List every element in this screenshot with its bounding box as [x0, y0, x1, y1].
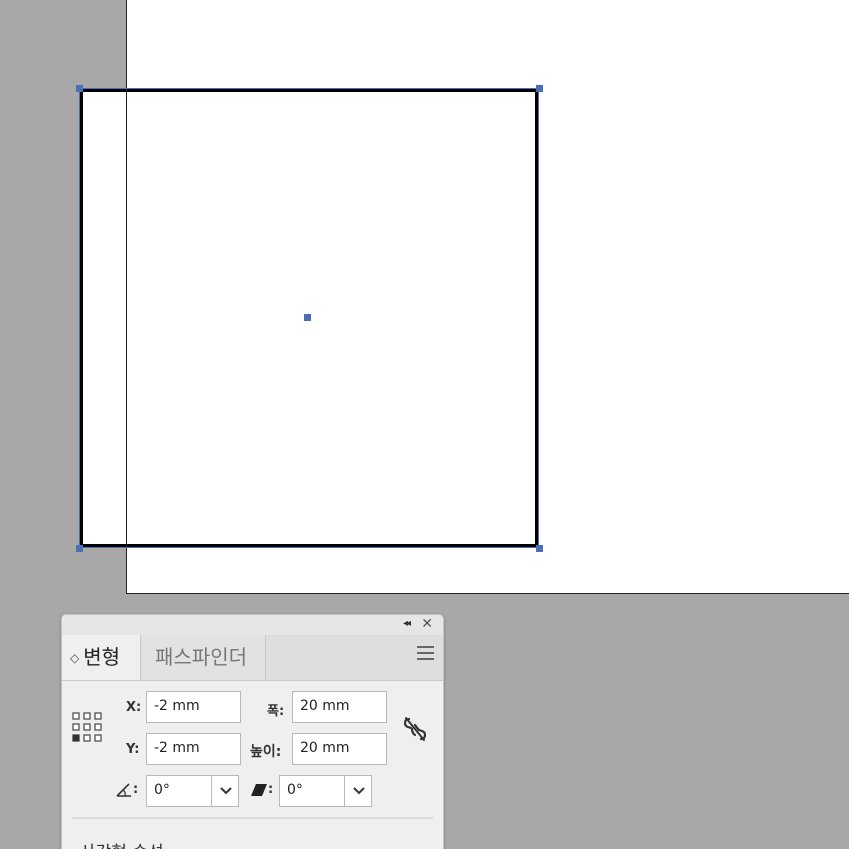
reference-point-icon[interactable] [71, 711, 103, 743]
close-icon[interactable]: ✕ [421, 616, 433, 632]
tab-transform-label: 변형 [83, 645, 121, 669]
tab-pathfinder[interactable]: 패스파인더 [142, 635, 266, 680]
unlink-icon[interactable] [402, 716, 428, 742]
center-point-handle[interactable] [304, 314, 311, 321]
canvas-area[interactable]: ◂◂ ✕ ◇ 변형 패스파인더 X: -2 mm 폭: 20 mm Y: -2 … [0, 0, 849, 849]
shear-input[interactable]: 0° [279, 775, 345, 807]
shear-label: : [268, 782, 274, 797]
y-label: Y: [126, 742, 140, 757]
panel-divider [72, 817, 433, 819]
height-input[interactable]: 20 mm [292, 733, 387, 765]
transform-panel: ◂◂ ✕ ◇ 변형 패스파인더 X: -2 mm 폭: 20 mm Y: -2 … [61, 614, 444, 849]
chevron-down-icon [353, 787, 365, 795]
hamburger-menu-icon[interactable] [417, 646, 434, 660]
handle-bottom-left[interactable] [76, 545, 83, 552]
rotate-angle-icon [116, 783, 131, 797]
rotate-dropdown[interactable] [211, 775, 239, 807]
rectangle-properties-label: 사각형 속성: [80, 838, 169, 849]
handle-top-left[interactable] [76, 85, 83, 92]
rotate-input[interactable]: 0° [146, 775, 212, 807]
shear-angle-icon [251, 784, 267, 796]
width-label: 폭: [267, 704, 285, 719]
x-label: X: [126, 700, 142, 715]
handle-bottom-right[interactable] [536, 545, 543, 552]
handle-top-right[interactable] [536, 85, 543, 92]
height-label: 높이: [250, 744, 282, 760]
chevron-down-icon [220, 787, 232, 795]
expand-toggle-icon[interactable]: ◇ [70, 651, 79, 665]
tab-transform[interactable]: ◇ 변형 [62, 635, 141, 680]
rotate-label: : [133, 782, 139, 797]
collapse-icon[interactable]: ◂◂ [403, 618, 411, 629]
x-input[interactable]: -2 mm [146, 691, 241, 723]
tab-pathfinder-label: 패스파인더 [155, 645, 247, 669]
shear-dropdown[interactable] [344, 775, 372, 807]
artboard-left-edge [126, 88, 127, 548]
y-input[interactable]: -2 mm [146, 733, 241, 765]
panel-tab-strip: ◇ 변형 패스파인더 [62, 635, 443, 681]
width-input[interactable]: 20 mm [292, 691, 387, 723]
panel-title-bar[interactable]: ◂◂ ✕ [62, 615, 443, 635]
